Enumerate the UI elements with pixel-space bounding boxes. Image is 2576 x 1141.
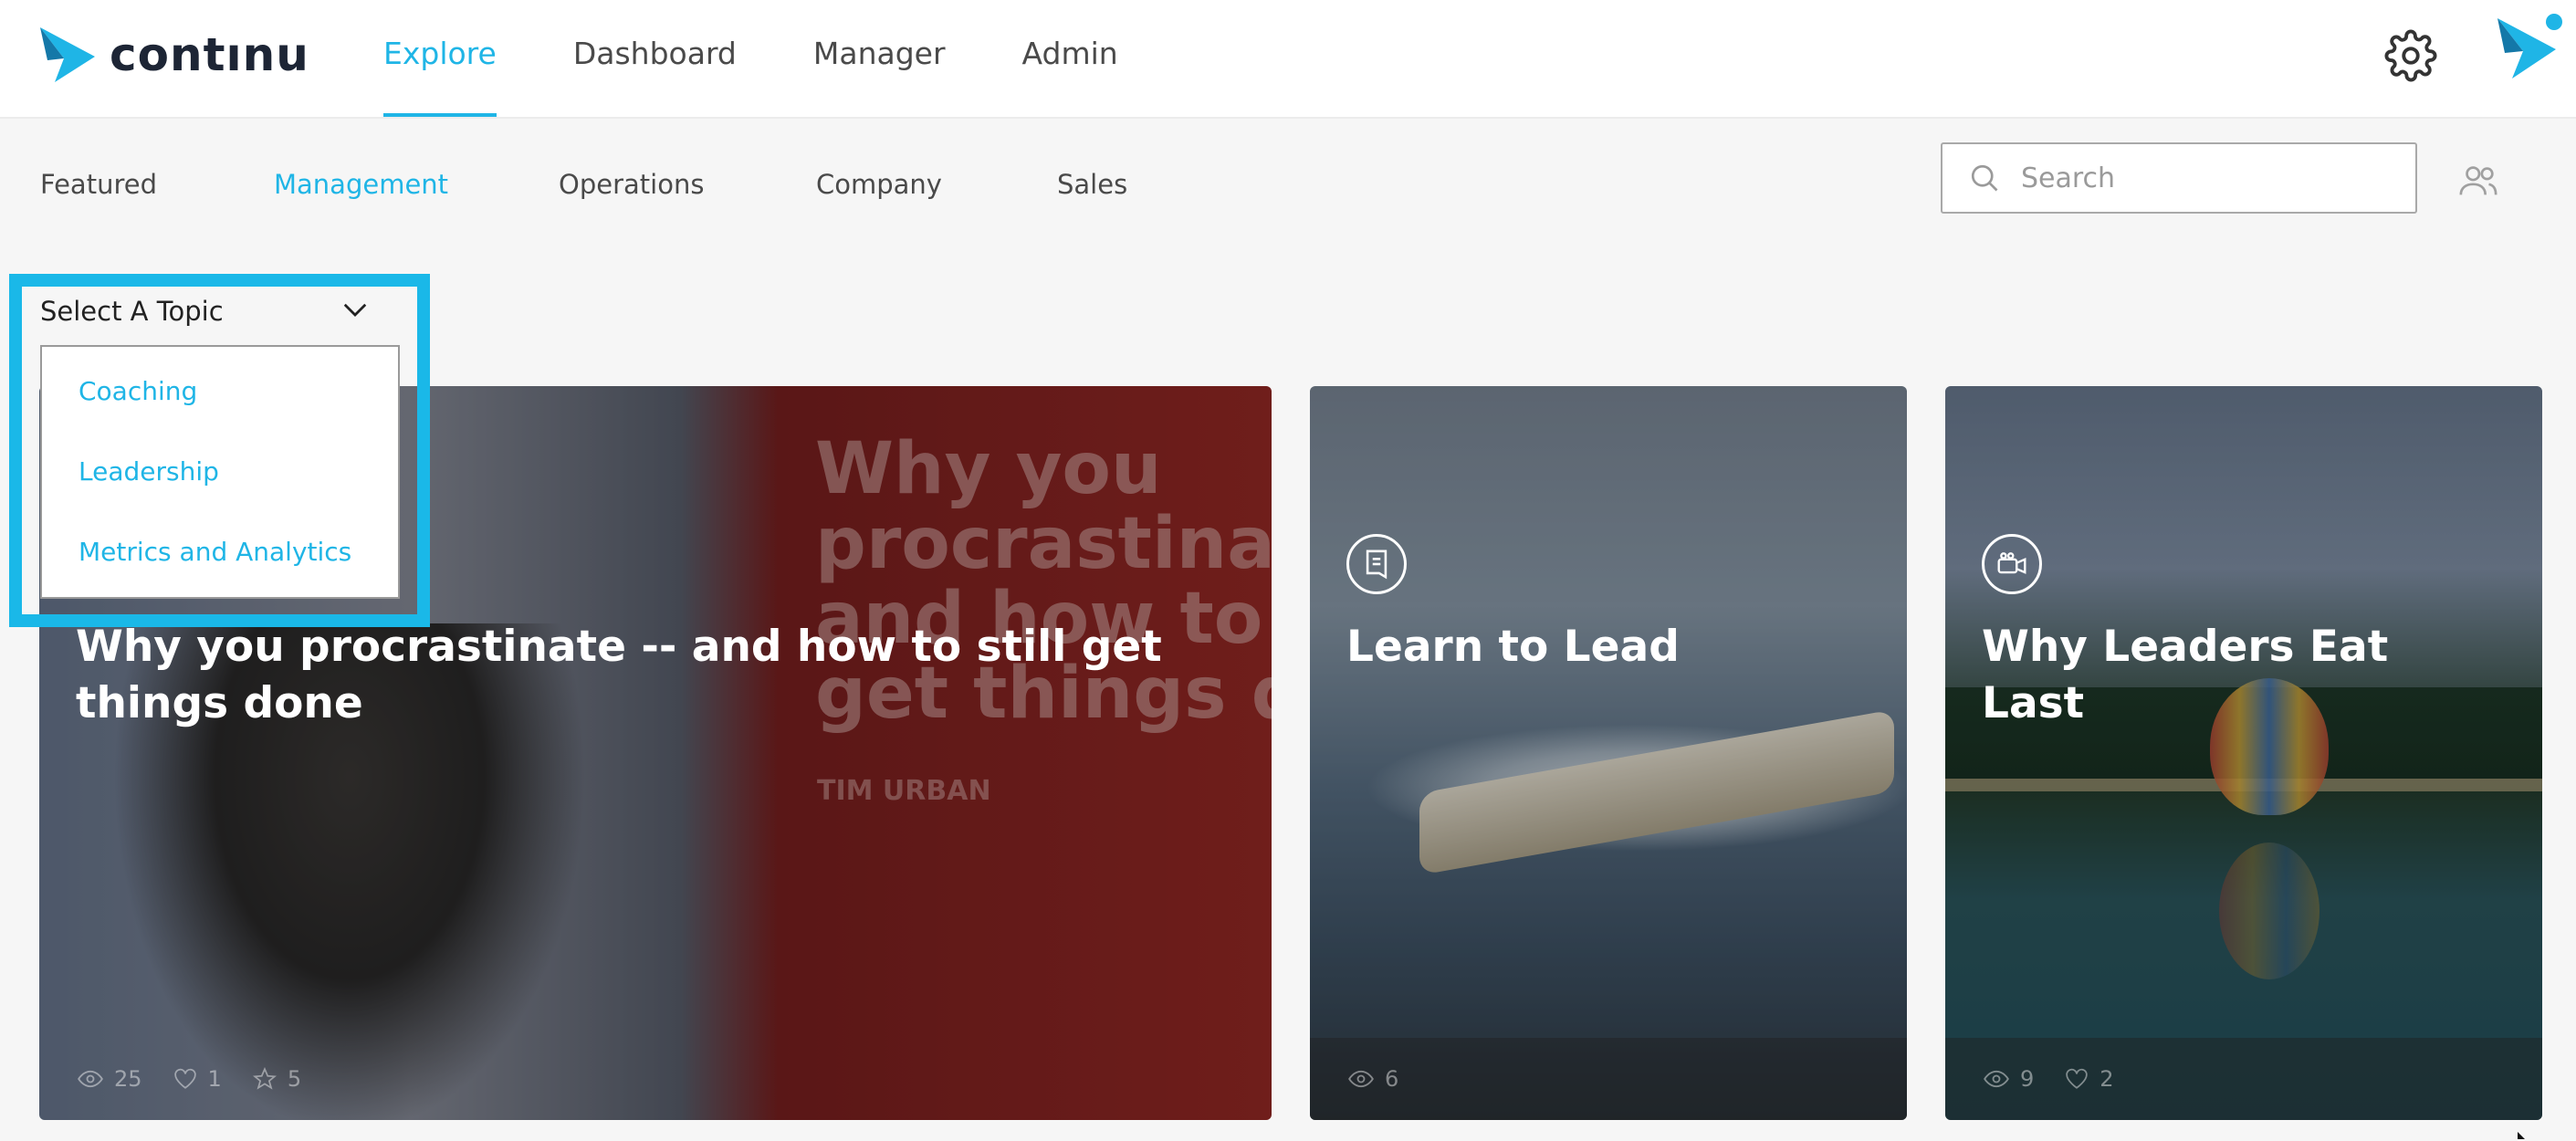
nav-dashboard[interactable]: Dashboard bbox=[573, 0, 737, 117]
views-stat: 6 bbox=[1348, 1066, 1398, 1092]
continu-logo-icon bbox=[40, 27, 95, 82]
main-nav: Explore Dashboard Manager Admin bbox=[383, 0, 1195, 117]
document-icon bbox=[1346, 534, 1407, 594]
tab-featured[interactable]: Featured bbox=[40, 169, 274, 200]
settings-gear-icon[interactable] bbox=[2384, 29, 2437, 82]
likes-count: 1 bbox=[207, 1066, 222, 1092]
stars-count: 5 bbox=[287, 1066, 302, 1092]
likes-count: 2 bbox=[2100, 1066, 2114, 1092]
tab-sales[interactable]: Sales bbox=[1057, 169, 1127, 200]
search-box[interactable] bbox=[1941, 142, 2417, 214]
topic-option-coaching[interactable]: Coaching bbox=[79, 376, 197, 406]
heart-icon bbox=[173, 1068, 196, 1089]
eye-icon bbox=[1348, 1070, 1374, 1088]
views-count: 6 bbox=[1385, 1066, 1399, 1092]
topic-option-metrics-and-analytics[interactable]: Metrics and Analytics bbox=[79, 537, 351, 567]
topic-select[interactable]: Select A Topic bbox=[40, 286, 369, 337]
card-title: Why Leaders Eat Last bbox=[1982, 622, 2389, 728]
search-input[interactable] bbox=[2019, 161, 2388, 195]
content-card[interactable]: Why Leaders Eat Last 9 2 bbox=[1945, 386, 2542, 1120]
video-icon bbox=[1982, 534, 2042, 594]
card-overlay bbox=[1310, 386, 1907, 1120]
people-icon[interactable] bbox=[2457, 162, 2499, 199]
chevron-down-icon bbox=[343, 303, 367, 317]
user-avatar-icon[interactable] bbox=[2492, 13, 2565, 82]
top-bar: contınu Explore Dashboard Manager Admin bbox=[0, 0, 2576, 119]
likes-stat: 2 bbox=[2065, 1066, 2114, 1092]
card-stats: 9 2 bbox=[1945, 1038, 2542, 1120]
category-tabs: Featured Management Operations Company S… bbox=[40, 169, 1127, 200]
tab-management[interactable]: Management bbox=[274, 169, 559, 200]
card-stats: 6 bbox=[1310, 1038, 1907, 1120]
topic-option-leadership[interactable]: Leadership bbox=[79, 456, 219, 487]
views-stat: 9 bbox=[1984, 1066, 2034, 1092]
content-card[interactable]: Learn to Lead 6 bbox=[1310, 386, 1907, 1120]
stars-stat: 5 bbox=[252, 1066, 302, 1092]
nav-explore[interactable]: Explore bbox=[383, 0, 497, 117]
search-icon bbox=[1971, 164, 1998, 192]
views-count: 25 bbox=[114, 1066, 142, 1092]
card-stats: 25 1 5 bbox=[39, 1038, 1272, 1120]
logo[interactable]: contınu bbox=[38, 26, 309, 84]
eye-icon bbox=[78, 1070, 103, 1088]
topic-select-label: Select A Topic bbox=[40, 296, 224, 327]
tab-operations[interactable]: Operations bbox=[559, 169, 816, 200]
card-title: Why you procrastinate -- and how to stil… bbox=[76, 622, 1162, 728]
views-count: 9 bbox=[2020, 1066, 2035, 1092]
eye-icon bbox=[1984, 1070, 2009, 1088]
heart-icon bbox=[2066, 1068, 2088, 1089]
card-overlay bbox=[1945, 386, 2542, 1120]
topic-dropdown-menu: Coaching Leadership Metrics and Analytic… bbox=[40, 345, 400, 599]
brand-name: contınu bbox=[110, 28, 309, 81]
star-icon bbox=[252, 1067, 277, 1090]
tab-company[interactable]: Company bbox=[816, 169, 1057, 200]
card-title: Learn to Lead bbox=[1346, 622, 1680, 672]
nav-manager[interactable]: Manager bbox=[813, 0, 946, 117]
views-stat: 25 bbox=[78, 1066, 142, 1092]
likes-stat: 1 bbox=[173, 1066, 222, 1092]
mouse-cursor-icon bbox=[2518, 1132, 2525, 1139]
nav-admin[interactable]: Admin bbox=[1022, 0, 1118, 117]
